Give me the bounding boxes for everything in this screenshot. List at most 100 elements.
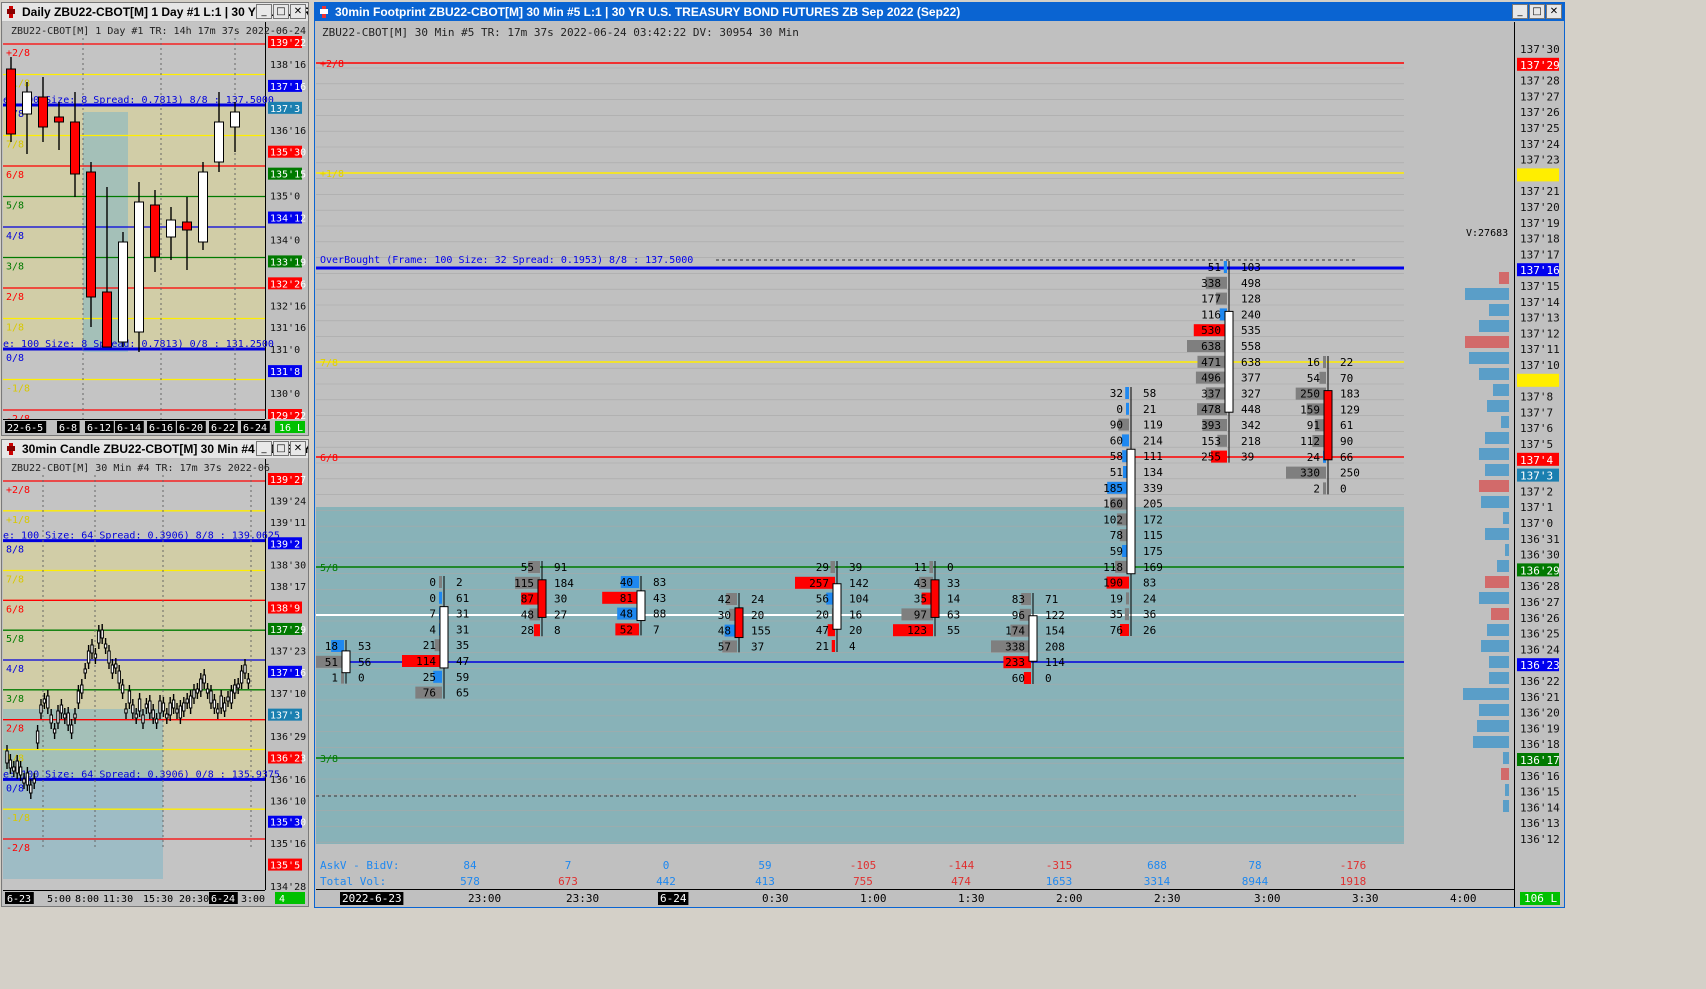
bid-volume-value: 42 [718,593,731,606]
maximize-icon[interactable]: □ [273,441,289,456]
bid-volume-value: 496 [1201,372,1221,385]
murrey-label: 3/8 [320,754,338,765]
candle-body [246,678,251,684]
price-axis-border [265,22,266,435]
volume-profile-bar [1487,400,1509,412]
delta-value: -315 [1046,859,1073,872]
price-tag-label: 134'12 [270,214,306,225]
murrey-label: -1/8 [6,384,30,395]
candle-body [97,630,101,644]
ask-volume-value: 184 [554,577,574,590]
price-tag-label: 132'26 [270,279,306,290]
candle-body [182,221,192,231]
date-label: 20:30 [179,894,209,905]
footprint-body [1224,310,1234,413]
footprint-body [1323,390,1333,461]
total-volume-value: 413 [755,875,775,888]
price-tag-label: 135'15 [270,170,306,181]
bid-volume-bar [1126,402,1129,415]
close-icon[interactable]: ✕ [1546,4,1562,19]
footprint-title-bar[interactable]: 30min Footprint ZBU22-CBOT[M] 30 Min #5 … [315,3,1564,21]
daily-candlestick-chart[interactable]: ZBU22-CBOT[M] 1 Day #1 TR: 14h 17m 37s 2… [3,22,308,435]
murrey-label: 6/8 [320,453,338,464]
price-tick: 135'16 [270,839,306,850]
volume-profile-bar [1479,592,1509,604]
ask-volume-value: 205 [1143,498,1163,511]
candle-body [131,704,135,714]
close-icon[interactable]: ✕ [290,441,306,456]
bid-volume-value: 51 [1208,261,1221,274]
time-axis-border [3,419,265,420]
candle-body [141,714,145,724]
candle30-chart-window[interactable]: 30min Candle ZBU22-CBOT[M] 30 Min #4 L:1… [1,439,309,907]
app-icon [320,6,328,18]
status-badge-label: 106 L [1524,892,1557,905]
bid-volume-value: 48 [620,608,633,621]
ask-volume-value: 119 [1143,419,1163,432]
ask-volume-value: 115 [1143,529,1163,542]
candle-body [171,699,176,709]
overbought-label: e: 100 Size: 64 Spread: 0.3906) 8/8 : 13… [3,531,280,542]
bid-volume-value: 58 [1110,450,1123,463]
maximize-icon[interactable]: □ [273,4,289,19]
candle-body [54,116,64,123]
candle-body [230,111,240,128]
candle-body [161,702,166,712]
candle-body [124,708,128,714]
footprint-body [832,583,842,630]
minimize-icon[interactable]: _ [256,4,272,19]
close-icon[interactable]: ✕ [290,4,306,19]
minimize-icon[interactable]: _ [1512,4,1528,19]
bid-volume-value: 55 [521,561,534,574]
footprint-chart-window[interactable]: 30min Footprint ZBU22-CBOT[M] 30 Min #5 … [314,2,1565,908]
ask-volume-value: 134 [1143,466,1163,479]
candle-body [219,695,223,709]
ask-volume-value: 20 [751,609,764,622]
volume-profile-bar [1501,768,1509,780]
minimize-icon[interactable]: _ [256,441,272,456]
price-tag-label: 136'29 [1520,564,1560,577]
delta-value: -176 [1340,859,1367,872]
candle-body [25,772,30,786]
ask-volume-value: 26 [1143,624,1156,637]
total-volume-value: 673 [558,875,578,888]
candle-body [188,695,193,709]
candle-body [127,690,132,704]
price-tick: 137'21 [1520,185,1560,198]
murrey-label: 6/8 [6,170,24,181]
price-tag-label: 137'29 [1520,59,1560,72]
bid-volume-value: 96 [1012,609,1025,622]
candle-body [134,713,138,719]
candle-body [236,683,240,689]
volume-profile-bar [1465,288,1509,300]
bid-volume-value: 97 [914,608,927,621]
bid-volume-value: 29 [816,561,829,574]
volume-label: V:27683 [1466,228,1508,239]
date-label: 3:00 [241,894,265,905]
daily-chart-window[interactable]: Daily ZBU22-CBOT[M] 1 Day #1 L:1 | 30 YR… [1,2,309,436]
price-tag-label: 135'5 [270,861,300,872]
time-label: 23:00 [468,892,501,905]
footprint-body [930,579,940,618]
footprint-body [636,590,646,622]
candle-body [150,204,160,258]
price-tick: 137'20 [1520,201,1560,214]
candle-body [46,695,50,709]
candle30-chart[interactable]: ZBU22-CBOT[M] 30 Min #4 TR: 17m 37s 2022… [3,459,308,906]
ask-volume-value: 88 [653,608,666,621]
bid-volume-value: 51 [325,656,338,669]
footprint-body [341,650,351,674]
candle-body [233,684,237,694]
volume-profile-bar [1485,576,1509,588]
ask-volume-value: 339 [1143,482,1163,495]
candle-body [243,664,247,674]
footprint-chart[interactable]: ZBU22-CBOT[M] 30 Min #5 TR: 17m 37s 2022… [316,22,1564,907]
price-tick: 137'27 [1520,90,1560,103]
ask-volume-value: 35 [456,639,469,652]
volume-profile-bar [1479,704,1509,716]
maximize-icon[interactable]: □ [1529,4,1545,19]
ask-volume-value: 183 [1340,388,1360,401]
date-label: 6-16 [149,423,173,434]
bid-volume-value: 478 [1201,403,1221,416]
volume-profile-bar [1473,736,1509,748]
